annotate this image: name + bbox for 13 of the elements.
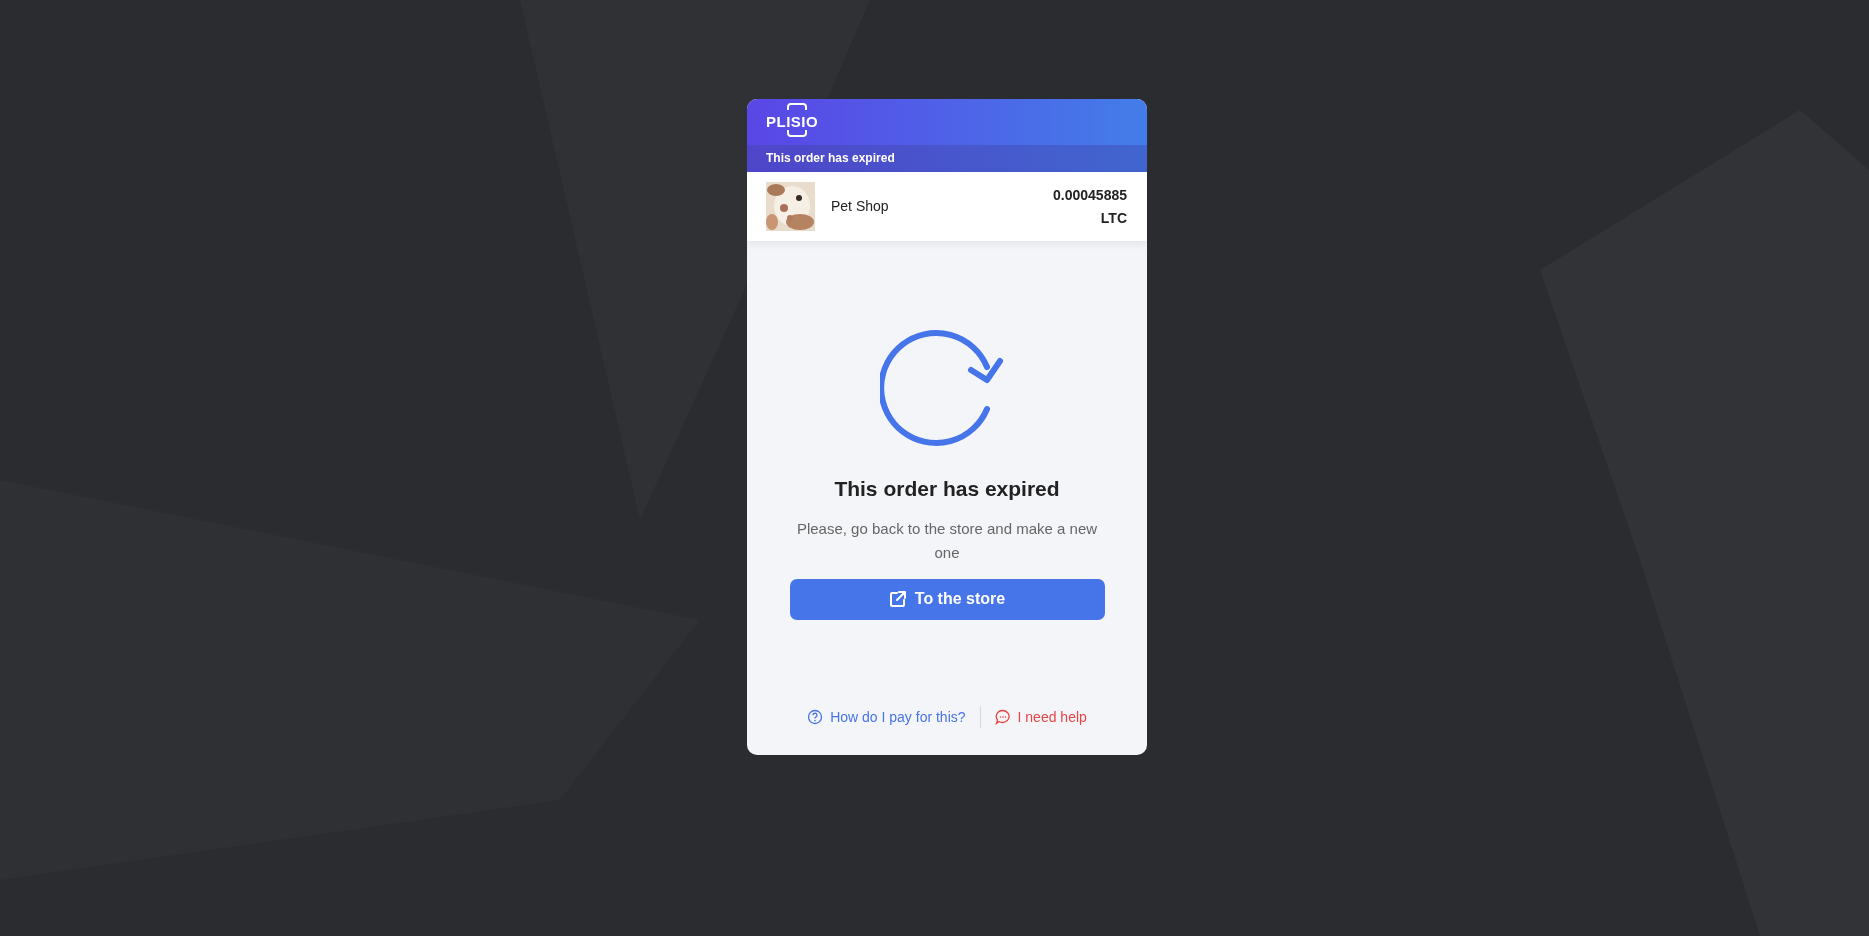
currency: LTC xyxy=(1099,208,1127,228)
amount: 0.00045885 xyxy=(1053,186,1127,206)
external-link-icon xyxy=(888,590,907,608)
footer-link[interactable]: I need help xyxy=(994,706,1087,728)
merchant-name: Pet Shop xyxy=(831,197,890,216)
footer-link[interactable]: How do I pay for this? xyxy=(807,706,966,728)
status-banner: This order has expired xyxy=(747,145,1147,172)
logo: PLISIO xyxy=(766,110,819,134)
message-title: This order has expired xyxy=(834,476,1060,502)
chat-icon xyxy=(994,709,1011,725)
message-text: Please, go back to the store and make a new one xyxy=(795,518,1099,563)
question-icon xyxy=(807,709,824,725)
store-button[interactable]: To the store xyxy=(789,578,1105,620)
